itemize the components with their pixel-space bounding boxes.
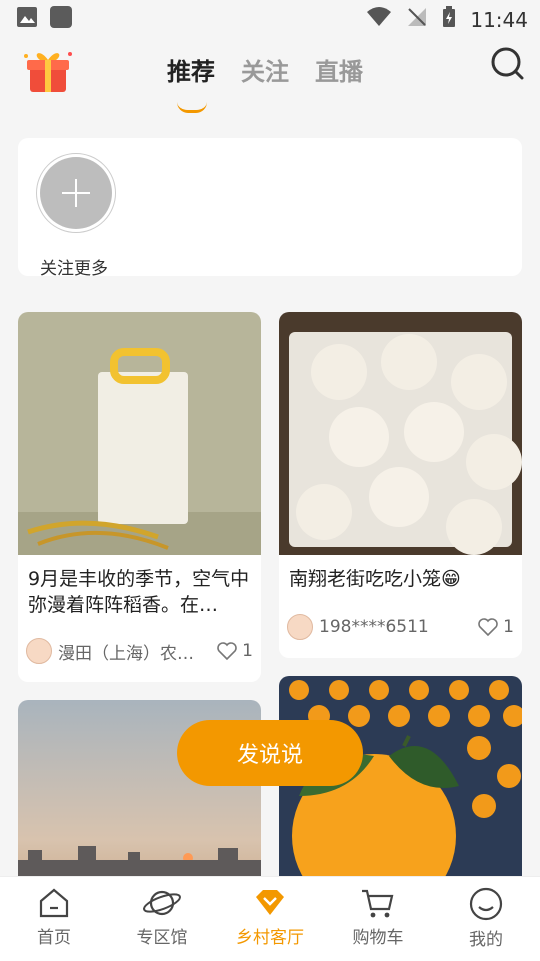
home-icon [39, 888, 69, 918]
post-meta: 漫田（上海）农… 1 [26, 638, 253, 664]
tab-following[interactable]: 关注 [241, 52, 289, 87]
search-icon[interactable] [490, 46, 526, 82]
top-bar: 推荐 关注 直播 [0, 36, 540, 116]
nav-cart[interactable]: 购物车 [324, 877, 432, 961]
like-button[interactable]: 1 [216, 641, 253, 661]
no-signal-icon [406, 6, 428, 33]
nav-special-zone[interactable]: 专区馆 [108, 877, 216, 961]
like-count: 1 [242, 641, 253, 661]
follow-more-label: 关注更多 [40, 259, 108, 279]
tab-live[interactable]: 直播 [315, 52, 363, 87]
heart-icon [217, 642, 237, 661]
post-title: 南翔老街吃吃小笼😁 [289, 568, 461, 590]
like-button[interactable]: 1 [477, 617, 514, 637]
planet-icon [143, 890, 181, 916]
like-count: 1 [503, 617, 514, 637]
status-bar: 11:44 [0, 0, 540, 36]
status-time: 11:44 [470, 7, 528, 32]
nav-label: 乡村客厅 [236, 928, 304, 948]
wifi-icon [366, 6, 392, 33]
nav-village-lounge[interactable]: 乡村客厅 [216, 877, 324, 961]
smile-icon [469, 887, 503, 921]
battery-charging-icon [442, 6, 456, 33]
post-card[interactable]: 南翔老街吃吃小笼😁 198****6511 1 [279, 312, 522, 658]
tab-recommend[interactable]: 推荐 [167, 52, 215, 113]
bottom-nav: 首页 专区馆 乡村客厅 购物车 我的 [0, 876, 540, 961]
avatar [26, 638, 52, 664]
post-meta: 198****6511 1 [287, 614, 514, 640]
image-notification-icon [16, 6, 38, 32]
nav-label: 首页 [37, 928, 71, 948]
plus-icon [40, 157, 112, 229]
post-card[interactable] [279, 676, 522, 900]
nav-home[interactable]: 首页 [0, 877, 108, 961]
post-title: 9月是丰收的季节，空气中弥漫着阵阵稻香。在… [28, 568, 250, 616]
post-author: 漫田（上海）农… [58, 643, 194, 664]
post-image-oranges [279, 676, 522, 900]
cart-icon [362, 889, 394, 918]
nav-label: 购物车 [352, 928, 404, 948]
nav-label: 我的 [469, 930, 503, 950]
gift-icon[interactable] [22, 46, 72, 92]
post-image-dumplings [279, 312, 522, 555]
post-author: 198****6511 [319, 617, 429, 637]
follow-more-button[interactable] [36, 153, 116, 233]
post-status-button[interactable]: 发说说 [177, 720, 363, 786]
post-image-rice [18, 312, 261, 555]
diamond-icon [256, 890, 284, 915]
nav-me[interactable]: 我的 [432, 877, 540, 961]
nav-label: 专区馆 [136, 928, 188, 948]
heart-icon [478, 618, 498, 637]
follow-more-card: 关注更多 [18, 138, 522, 279]
avatar [287, 614, 313, 640]
post-card[interactable]: 9月是丰收的季节，空气中弥漫着阵阵稻香。在… 漫田（上海）农… 1 [18, 312, 261, 682]
app-notification-icon [50, 6, 72, 28]
tab-bar: 推荐 关注 直播 [167, 52, 363, 113]
